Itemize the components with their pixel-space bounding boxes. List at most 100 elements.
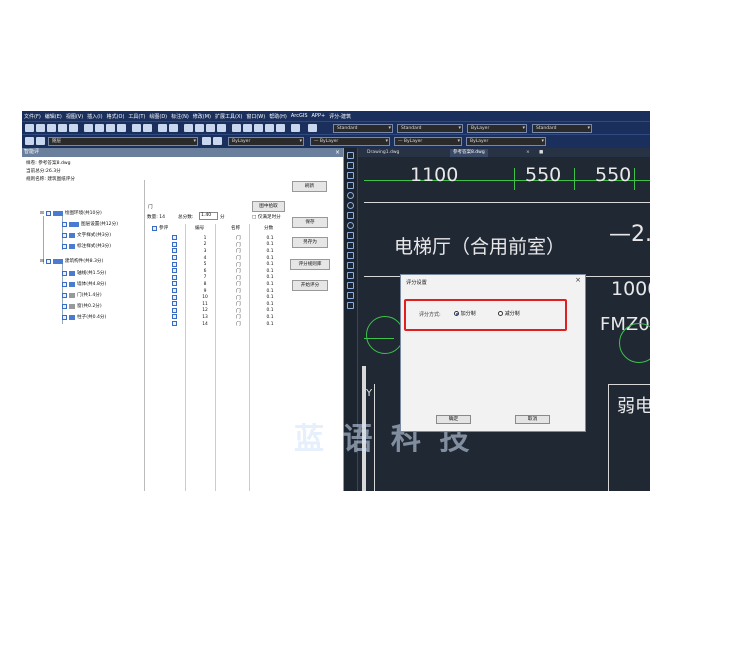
row-checkbox-cell[interactable] xyxy=(160,255,188,262)
tree-item-column[interactable]: 柱子(共0.4分) xyxy=(62,314,106,320)
tree-checkbox[interactable] xyxy=(62,243,67,249)
table-row[interactable]: 11 门 0.1 xyxy=(160,301,285,308)
print-icon[interactable] xyxy=(58,124,67,132)
menu-file[interactable]: 文件(F) xyxy=(24,113,41,120)
tree-item-environment[interactable]: ⊟ 绘图环境(共10分) xyxy=(40,210,102,216)
row-checkbox-cell[interactable] xyxy=(160,307,188,315)
tree-item-text-style[interactable]: 文字样式(共3分) xyxy=(62,232,111,238)
row-checkbox[interactable] xyxy=(171,235,177,241)
copy-icon[interactable] xyxy=(106,124,115,132)
table-row[interactable]: 13 门 0.1 xyxy=(160,314,285,321)
expand-icon[interactable]: ⊟ xyxy=(40,259,44,264)
lineweight-dropdown[interactable]: — ByLayer xyxy=(394,137,462,146)
properties-icon[interactable] xyxy=(232,124,241,132)
row-checkbox-cell[interactable] xyxy=(160,288,188,295)
tree-item-components[interactable]: ⊟ 建筑构件(共8.3分) xyxy=(40,258,103,264)
tree-checkbox[interactable] xyxy=(62,281,67,287)
select-all-checkbox[interactable] xyxy=(152,225,157,231)
row-checkbox-cell[interactable] xyxy=(160,301,188,308)
layer-state-icon[interactable] xyxy=(36,137,45,145)
row-checkbox-cell[interactable] xyxy=(160,235,188,242)
dialog-close-button[interactable]: × xyxy=(575,276,581,284)
row-checkbox[interactable] xyxy=(171,288,177,294)
refresh-button[interactable]: 刷新 xyxy=(292,181,327,192)
menu-format[interactable]: 格式(O) xyxy=(107,113,125,120)
pan-icon[interactable] xyxy=(184,124,193,132)
tree-checkbox[interactable] xyxy=(62,303,67,309)
tree-item-axis[interactable]: 轴线(共1.5分) xyxy=(62,270,106,276)
radio-add-indicator[interactable] xyxy=(454,311,459,316)
table-row[interactable]: 6 门 0.1 xyxy=(160,268,285,275)
table-row[interactable]: 4 门 0.1 xyxy=(160,255,285,262)
zoom-window-icon[interactable] xyxy=(206,124,215,132)
tree-checkbox[interactable] xyxy=(62,292,67,298)
ellipse-tool-icon[interactable] xyxy=(347,222,354,229)
polygon-tool-icon[interactable] xyxy=(347,172,354,179)
publish-icon[interactable] xyxy=(84,124,93,132)
brush-icon[interactable] xyxy=(143,124,152,132)
rule-library-button[interactable]: 评分规则库 xyxy=(290,259,330,270)
make-current-icon[interactable] xyxy=(202,137,211,145)
paste-icon[interactable] xyxy=(117,124,126,132)
start-grading-button[interactable]: 开始评分 xyxy=(292,280,328,291)
row-checkbox-cell[interactable] xyxy=(160,314,188,321)
row-checkbox[interactable] xyxy=(171,294,177,300)
table-tool-icon[interactable] xyxy=(347,292,354,299)
undo-icon[interactable] xyxy=(158,124,167,132)
row-checkbox[interactable] xyxy=(171,255,177,261)
arc-tool-icon[interactable] xyxy=(347,192,354,199)
hatch-tool-icon[interactable] xyxy=(347,262,354,269)
row-checkbox-cell[interactable] xyxy=(160,321,188,328)
table-row[interactable]: 5 门 0.1 xyxy=(160,261,285,268)
menu-tools[interactable]: 工具(T) xyxy=(128,113,145,120)
tree-item-door[interactable]: 门(共1.4分) xyxy=(62,292,102,298)
menu-grading[interactable]: 评分-建筑 xyxy=(329,113,351,120)
new-tab-icon[interactable]: ■ xyxy=(536,149,546,157)
menu-arcgis[interactable]: ArcGIS xyxy=(291,113,308,119)
tree-checkbox[interactable] xyxy=(62,314,67,320)
tree-checkbox[interactable] xyxy=(62,232,67,238)
sheet-set-icon[interactable] xyxy=(265,124,274,132)
table-row[interactable]: 7 门 0.1 xyxy=(160,274,285,282)
tree-item-window[interactable]: 窗(共0.2分) xyxy=(62,303,102,309)
menu-dimension[interactable]: 标注(N) xyxy=(171,113,189,120)
menu-extend[interactable]: 扩展工具(X) xyxy=(215,113,242,120)
row-checkbox-cell[interactable] xyxy=(160,281,188,288)
tab-close-icon[interactable]: × xyxy=(523,149,533,157)
tab-drawing1[interactable]: Drawing1.dwg xyxy=(364,149,402,157)
dim-style-dropdown[interactable]: Standard xyxy=(397,124,463,133)
row-checkbox-cell[interactable] xyxy=(160,294,188,301)
save-icon[interactable] xyxy=(47,124,56,132)
cut-icon[interactable] xyxy=(95,124,104,132)
menu-view[interactable]: 视图(V) xyxy=(66,113,83,120)
radio-subtract-indicator[interactable] xyxy=(498,311,503,316)
open-file-icon[interactable] xyxy=(36,124,45,132)
table-row[interactable]: 3 门 0.1 xyxy=(160,248,285,255)
table-row[interactable]: 10 门 0.1 xyxy=(160,294,285,301)
gradient-tool-icon[interactable] xyxy=(347,272,354,279)
row-checkbox[interactable] xyxy=(171,281,177,287)
zoom-prev-icon[interactable] xyxy=(217,124,226,132)
tree-checkbox[interactable] xyxy=(45,210,51,216)
tree-item-wall[interactable]: 墙体(共4.8分) xyxy=(62,281,106,287)
expand-icon[interactable]: ⊟ xyxy=(40,211,44,216)
cancel-button[interactable]: 取消 xyxy=(515,415,550,424)
linetype-dropdown[interactable]: — ByLayer xyxy=(310,137,390,146)
tree-item-layers[interactable]: 图层设置(共12分) xyxy=(62,221,118,227)
menu-app[interactable]: APP+ xyxy=(312,113,326,119)
tree-checkbox[interactable] xyxy=(62,270,67,276)
region-tool-icon[interactable] xyxy=(347,282,354,289)
circle-tool-icon[interactable] xyxy=(347,202,354,209)
row-checkbox[interactable] xyxy=(171,314,177,320)
tab-answer8[interactable]: 参考答案8.dwg xyxy=(450,149,488,157)
radio-add[interactable]: 加分制 xyxy=(454,310,476,317)
menu-draw[interactable]: 绘图(D) xyxy=(149,113,167,120)
markup-icon[interactable] xyxy=(276,124,285,132)
row-checkbox[interactable] xyxy=(171,248,177,254)
row-checkbox-cell[interactable] xyxy=(160,268,188,275)
table-row[interactable]: 2 门 0.1 xyxy=(160,241,285,249)
row-checkbox-cell[interactable] xyxy=(160,274,188,282)
table-row[interactable]: 14 门 0.1 xyxy=(160,321,285,328)
panel-close-button[interactable]: × xyxy=(335,148,340,157)
layer-manager-icon[interactable] xyxy=(25,137,34,145)
